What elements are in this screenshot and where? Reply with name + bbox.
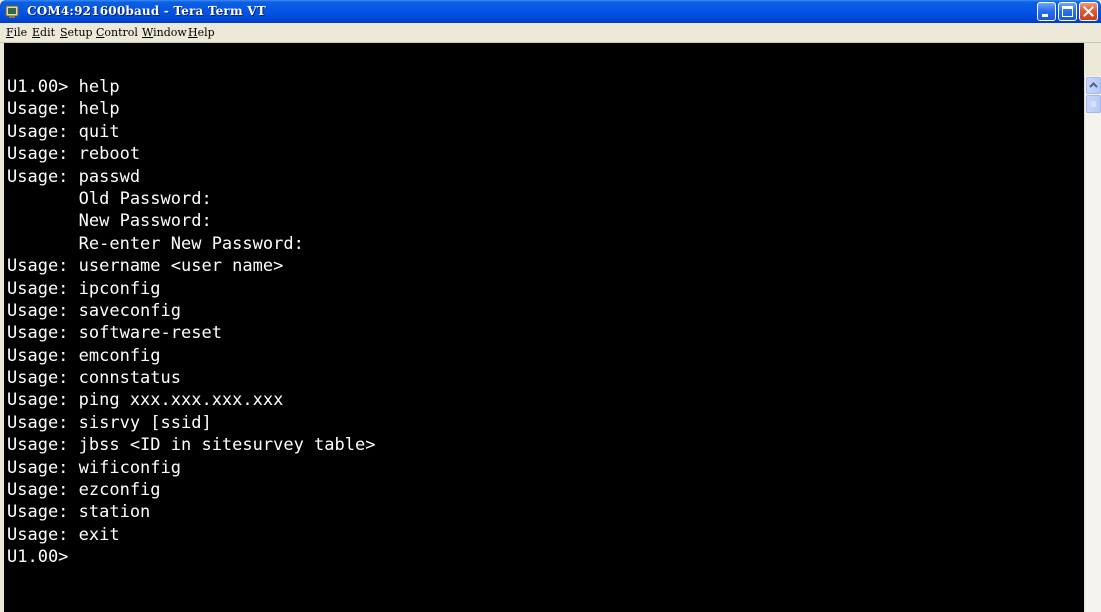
scroll-up-button[interactable] (1086, 77, 1101, 94)
tera-term-icon[interactable] (5, 4, 21, 19)
minimize-icon (1042, 14, 1048, 17)
terminal-line: Old Password: (7, 188, 212, 209)
terminal-line: Usage: wificonfig (7, 457, 181, 478)
grip-icon (1091, 101, 1096, 107)
chevron-up-icon (1089, 82, 1098, 88)
terminal-line: Usage: help (7, 99, 120, 120)
menu-help[interactable]: Help (188, 25, 215, 40)
terminal-line: New Password: (7, 211, 212, 232)
terminal-line: Usage: passwd (7, 166, 141, 187)
terminal-line: Usage: station (7, 502, 151, 523)
close-icon (1083, 6, 1094, 17)
terminal-prompt: U1.00> (7, 547, 69, 568)
terminal-line: Usage: ipconfig (7, 278, 161, 299)
terminal-line: Usage: emconfig (7, 345, 161, 366)
terminal-line: Usage: saveconfig (7, 300, 181, 321)
scroll-thumb[interactable] (1086, 95, 1101, 113)
terminal-line: Usage: ezconfig (7, 480, 161, 501)
menu-window[interactable]: Window (142, 25, 187, 40)
title-bar[interactable]: COM4:921600baud - Tera Term VT (0, 0, 1101, 23)
close-button[interactable] (1079, 2, 1098, 21)
window-title: COM4:921600baud - Tera Term VT (27, 4, 266, 18)
menu-bar: File Edit Setup Control Window Help (0, 23, 1101, 43)
maximize-button[interactable] (1058, 2, 1077, 21)
terminal-line: Usage: quit (7, 121, 120, 142)
menu-file[interactable]: File (6, 25, 27, 40)
menu-edit[interactable]: Edit (32, 25, 55, 40)
terminal-line: Re-enter New Password: (7, 233, 304, 254)
terminal-line: Usage: sisrvy [ssid] (7, 412, 212, 433)
terminal-line: Usage: connstatus (7, 368, 181, 389)
menu-setup[interactable]: Setup (60, 25, 93, 40)
terminal-screen[interactable]: U1.00> help Usage: help Usage: quit Usag… (4, 76, 1082, 612)
vertical-scrollbar[interactable] (1084, 76, 1101, 612)
terminal-line: Usage: reboot (7, 144, 141, 165)
minimize-button[interactable] (1037, 2, 1056, 21)
terminal-line: Usage: ping xxx.xxx.xxx.xxx (7, 390, 284, 411)
terminal-line: Usage: exit (7, 524, 120, 545)
tera-term-window: COM4:921600baud - Tera Term VT File Edit… (0, 0, 1101, 612)
terminal-output: U1.00> help Usage: help Usage: quit Usag… (7, 76, 375, 569)
terminal-line: U1.00> help (7, 77, 120, 97)
maximize-icon (1062, 6, 1073, 17)
terminal-line: Usage: software-reset (7, 323, 222, 344)
menu-control[interactable]: Control (96, 25, 138, 40)
terminal-line: Usage: username <user name> (7, 256, 284, 277)
terminal-line: Usage: jbss <ID in sitesurvey table> (7, 435, 376, 456)
